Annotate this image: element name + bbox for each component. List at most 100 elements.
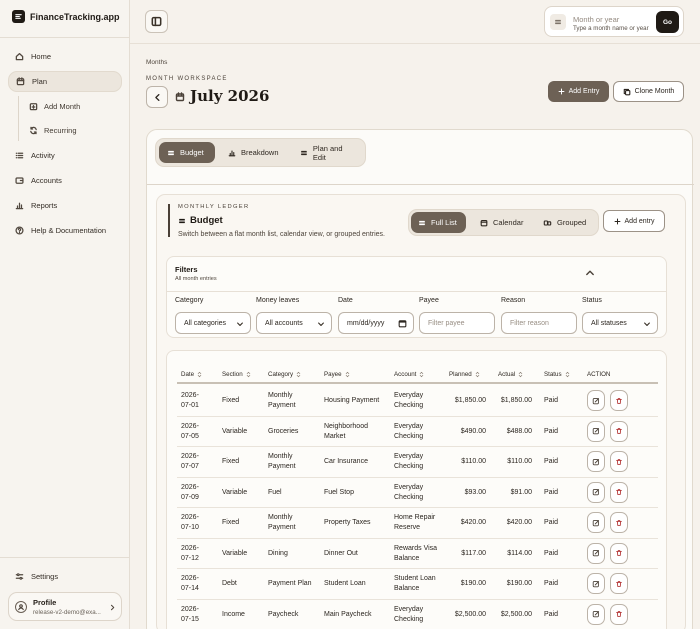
edit-button[interactable] — [587, 542, 605, 564]
sidebar-item-settings[interactable]: Settings — [8, 566, 122, 587]
view-full-list[interactable]: Full List — [411, 212, 466, 233]
sidebar-item-plan[interactable]: Plan — [8, 71, 122, 92]
back-button[interactable] — [146, 86, 168, 108]
cell-status: Paid — [544, 488, 559, 496]
view-grouped[interactable]: Grouped — [536, 212, 593, 233]
cell-category: Monthly Payment — [268, 392, 296, 409]
column-header-section[interactable]: Section — [222, 371, 251, 378]
tab-bar: Budget Breakdown Plan and Edit — [155, 138, 366, 167]
help-circle-icon — [15, 226, 24, 235]
filters-title: Filters — [175, 265, 198, 274]
edit-button[interactable] — [587, 451, 605, 472]
input-placeholder: Filter payee — [428, 319, 465, 327]
divider — [167, 291, 666, 292]
cell-date: 2026- 07-15 — [181, 605, 199, 623]
delete-button[interactable] — [610, 481, 628, 503]
filter-label: Payee — [419, 297, 439, 304]
column-label: Payee — [324, 371, 342, 378]
sidebar-item-help[interactable]: Help & Documentation — [8, 220, 122, 241]
column-header-account[interactable]: Account — [394, 371, 424, 378]
month-search-hint: Type a month name or year — [573, 25, 649, 32]
column-header-actual[interactable]: Actual — [498, 371, 523, 378]
sort-icon — [197, 371, 202, 378]
sidebar-item-add-month[interactable]: Add Month — [29, 98, 80, 114]
edit-button[interactable] — [587, 603, 605, 625]
main-card: Budget Breakdown Plan and Edit MONTHLY L… — [146, 129, 694, 629]
tab-plan-and-edit[interactable]: Plan and Edit — [292, 142, 365, 163]
edit-button[interactable] — [587, 512, 605, 533]
column-header-payee[interactable]: Payee — [324, 371, 350, 378]
add-entry-small-button[interactable]: Add entry — [603, 210, 665, 232]
profile-card[interactable]: Profile release-v2-demo@exa... — [8, 592, 122, 621]
sidebar-item-label: Help & Documentation — [31, 226, 107, 235]
edit-button[interactable] — [587, 390, 605, 411]
month-search-input[interactable]: Month or year — [573, 15, 619, 24]
breadcrumb[interactable]: Months — [146, 59, 167, 66]
edit-icon — [592, 428, 600, 435]
sidebar-item-reports[interactable]: Reports — [8, 195, 122, 216]
cell-actual: $1,850.00 — [500, 397, 532, 404]
filter-label: Category — [175, 297, 204, 304]
delete-button[interactable] — [610, 542, 628, 564]
view-label: Calendar — [493, 218, 524, 227]
status-select[interactable]: All statuses — [582, 312, 658, 334]
cell-account: Everyday Checking — [394, 392, 424, 409]
home-icon — [15, 52, 24, 61]
sidebar-toggle-button[interactable] — [145, 10, 168, 33]
tab-budget[interactable]: Budget — [159, 142, 215, 163]
column-header-date[interactable]: Date — [181, 371, 202, 378]
chevron-up-icon[interactable] — [585, 268, 595, 278]
reason-input[interactable]: Filter reason — [501, 312, 577, 334]
table-row: 2026- 07-05 Variable Groceries Neighborhood… — [177, 417, 658, 447]
column-label: Category — [268, 371, 294, 378]
delete-button[interactable] — [610, 603, 628, 625]
cell-section: Fixed — [222, 458, 240, 465]
add-entry-button[interactable]: Add Entry — [548, 81, 609, 102]
sidebar-item-accounts[interactable]: Accounts — [8, 170, 122, 191]
column-header-status[interactable]: Status — [544, 371, 570, 378]
list-icon — [179, 218, 185, 223]
group-icon — [543, 219, 552, 226]
delete-button[interactable] — [610, 420, 628, 442]
column-label: ACTION — [587, 371, 611, 378]
entries-table: Date Section Category Payee Account Planned Ac… — [166, 350, 667, 629]
sliders-icon — [15, 573, 24, 580]
account-select[interactable]: All accounts — [256, 312, 332, 334]
clone-month-button[interactable]: Clone Month — [613, 81, 684, 102]
edit-button[interactable] — [587, 481, 605, 503]
edit-button[interactable] — [587, 420, 605, 442]
column-header-category[interactable]: Category — [268, 371, 301, 378]
delete-button[interactable] — [610, 451, 628, 472]
cell-date: 2026- 07-14 — [181, 575, 199, 592]
edit-icon — [592, 519, 600, 526]
column-header-planned[interactable]: Planned — [449, 371, 480, 378]
payee-input[interactable]: Filter payee — [419, 312, 495, 334]
table-row: 2026- 07-07 Fixed Monthly Payment Car Insur… — [177, 447, 658, 478]
sidebar-item-home[interactable]: Home — [8, 46, 122, 67]
cell-actual: $2,500.00 — [500, 610, 532, 618]
cell-account: Everyday Checking — [394, 453, 424, 470]
cell-planned: $190.00 — [460, 580, 486, 587]
go-button[interactable]: Go — [656, 11, 679, 33]
sort-icon — [246, 371, 250, 378]
divider — [130, 43, 700, 44]
delete-button[interactable] — [610, 390, 628, 411]
cell-section: Fixed — [222, 519, 240, 526]
cell-planned: $110.00 — [461, 458, 486, 465]
brand[interactable]: FinanceTracking.app — [12, 10, 120, 23]
date-input[interactable]: mm/dd/yyyy — [338, 312, 414, 334]
edit-icon — [592, 397, 600, 404]
sidebar-item-activity[interactable]: Activity — [8, 145, 122, 166]
sidebar-item-recurring[interactable]: Recurring — [29, 122, 77, 138]
cell-account: Everyday Checking — [394, 483, 424, 501]
category-select[interactable]: All categories — [175, 312, 251, 334]
view-calendar[interactable]: Calendar — [473, 212, 530, 233]
delete-button[interactable] — [610, 512, 628, 533]
edit-button[interactable] — [587, 573, 605, 594]
table-row: 2026- 07-12 Variable Dining Dinner Out Rewar… — [177, 539, 658, 569]
cell-actual: $190.00 — [506, 580, 532, 587]
workspace-label: MONTH WORKSPACE — [146, 76, 228, 82]
tab-breakdown[interactable]: Breakdown — [220, 142, 287, 163]
tab-label: Budget — [180, 148, 204, 157]
delete-button[interactable] — [610, 573, 628, 594]
